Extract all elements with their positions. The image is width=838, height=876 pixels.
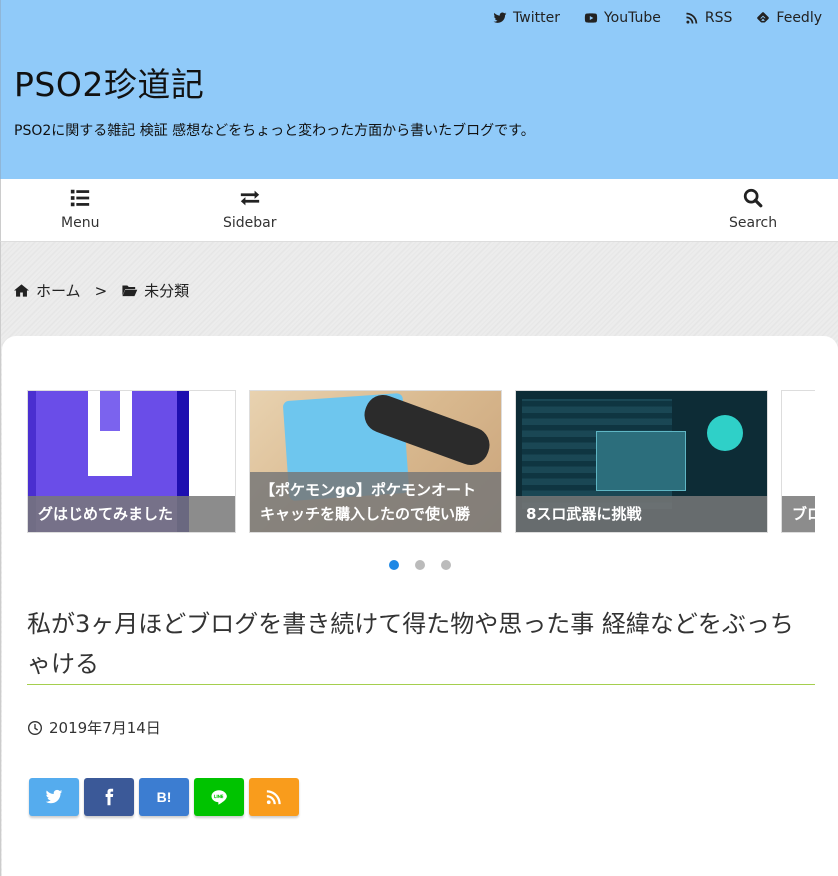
carousel-dot-2[interactable] — [415, 560, 425, 570]
search-icon — [743, 188, 763, 208]
menu-button[interactable]: Menu — [61, 187, 99, 231]
share-hatena-button[interactable]: B! — [139, 778, 189, 816]
twitter-link[interactable]: Twitter — [493, 10, 560, 26]
carousel-slide[interactable]: 8スロ武器に挑戦 — [515, 390, 768, 533]
share-twitter-button[interactable] — [29, 778, 79, 816]
share-feedly-button[interactable] — [249, 778, 299, 816]
carousel-slide[interactable]: 【ポケモンgo】ポケモンオートキャッチを購入したので使い勝 — [249, 390, 502, 533]
article-title: 私が3ヶ月ほどブログを書き続けて得た物や思った事 経緯などをぶっちゃける — [27, 610, 794, 678]
twitter-label: Twitter — [513, 10, 560, 26]
carousel-dot-1[interactable] — [389, 560, 399, 570]
youtube-label: YouTube — [603, 10, 661, 26]
list-icon — [71, 189, 90, 207]
sidebar-label: Sidebar — [223, 215, 277, 231]
hatena-bookmark-icon: B! — [156, 789, 172, 805]
carousel-slide[interactable]: グはじめてみました — [27, 390, 236, 533]
feedly-link[interactable]: Feedly — [756, 10, 822, 26]
menu-label: Menu — [61, 215, 100, 231]
slide-caption: 【ポケモンgo】ポケモンオートキャッチを購入したので使い勝 — [250, 472, 501, 532]
slide-caption: グはじめてみました — [28, 496, 235, 532]
feedly-icon — [757, 12, 770, 23]
social-links: Twitter YouTube RSS Feedly — [493, 10, 822, 26]
rss-label: RSS — [704, 10, 733, 26]
youtube-icon — [584, 13, 598, 23]
youtube-link[interactable]: YouTube — [584, 10, 661, 26]
slide-caption: 8スロ武器に挑戦 — [516, 496, 767, 532]
site-header: Twitter YouTube RSS Feedly PSO2珍道記 PSO2に… — [0, 0, 838, 179]
site-title[interactable]: PSO2珍道記 — [14, 58, 204, 106]
carousel-dots — [389, 560, 451, 570]
post-date-text: 2019年7月14日 — [49, 719, 161, 737]
breadcrumb: ホーム > 未分類 — [13, 280, 189, 301]
breadcrumb-separator: > — [94, 281, 108, 300]
twitter-icon — [493, 12, 507, 23]
carousel-slide[interactable]: ブロ — [781, 390, 815, 533]
search-label: Search — [729, 215, 778, 231]
post-date: 2019年7月14日 — [27, 717, 161, 738]
breadcrumb-category[interactable]: 未分類 — [144, 280, 189, 301]
sidebar-button[interactable]: Sidebar — [223, 187, 277, 231]
folder-open-icon — [122, 285, 138, 297]
exchange-icon — [240, 190, 259, 206]
share-facebook-button[interactable] — [84, 778, 134, 816]
feedly-label: Feedly — [776, 10, 822, 26]
rss-icon — [266, 790, 281, 805]
featured-carousel: グはじめてみました 【ポケモンgo】ポケモンオートキャッチを購入したので使い勝 … — [27, 390, 815, 534]
facebook-icon — [105, 788, 114, 806]
carousel-dot-3[interactable] — [441, 560, 451, 570]
search-button[interactable]: Search — [729, 187, 777, 231]
line-icon — [211, 790, 227, 805]
title-underline — [27, 684, 815, 685]
clock-icon — [28, 720, 42, 735]
share-line-button[interactable] — [194, 778, 244, 816]
slide-caption: ブロ — [782, 496, 815, 532]
twitter-icon — [45, 789, 63, 804]
mobile-nav-bar: Menu Sidebar Search — [0, 179, 838, 242]
breadcrumb-home[interactable]: ホーム — [36, 280, 81, 301]
site-description: PSO2に関する雑記 検証 感想などをちょっと変わった方面から書いたブログです。 — [14, 123, 535, 139]
share-buttons: B! — [29, 778, 299, 816]
rss-icon — [686, 12, 698, 24]
home-icon — [14, 284, 29, 297]
rss-link[interactable]: RSS — [685, 10, 733, 26]
